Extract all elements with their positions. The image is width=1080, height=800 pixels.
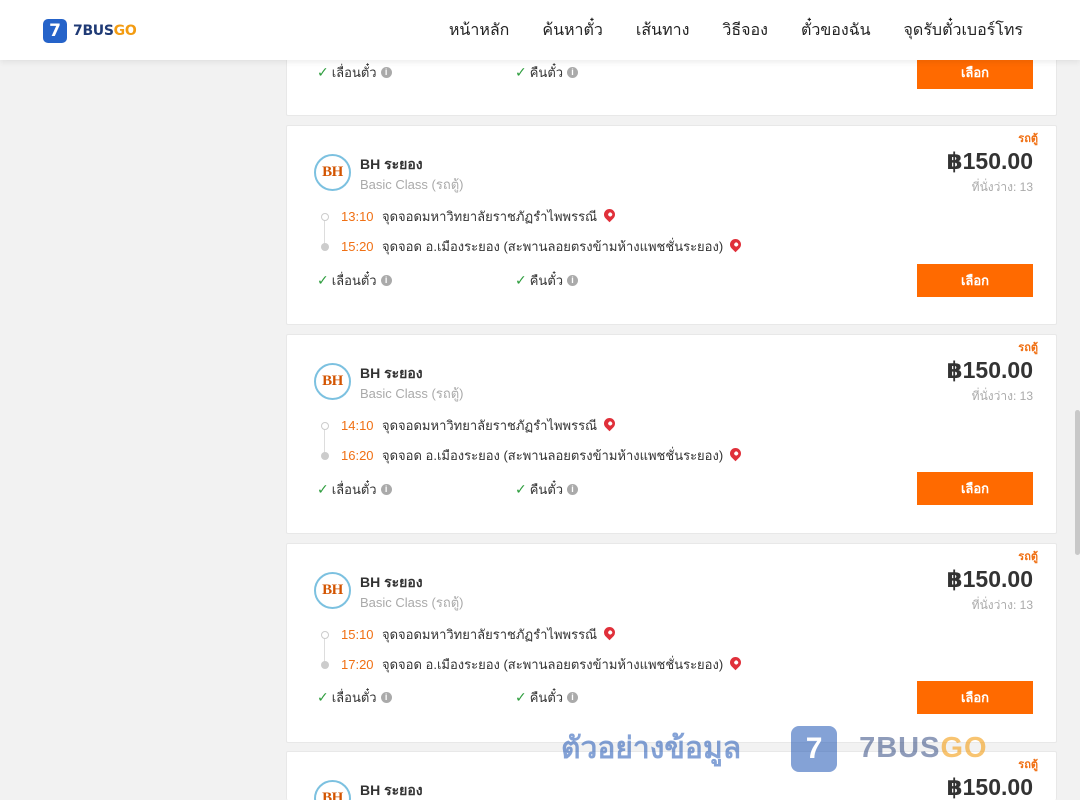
operator-logo: BH [314,572,351,609]
arrival-stop: 16:20 จุดจอด อ.เมืองระยอง (สะพานลอยตรงข้… [321,445,744,466]
vehicle-tag: รถตู้ [1018,759,1038,771]
info-icon[interactable]: i [380,67,392,78]
info-icon[interactable]: i [380,692,392,703]
info-icon[interactable]: i [567,484,579,495]
check-icon: ✓ [317,689,329,705]
price: ฿150.00 [946,148,1033,174]
trip-card-partial: รถตู้ BH BH ระยอง ฿150.00 [286,751,1057,800]
select-button[interactable]: เลือก [917,472,1033,505]
refund-policy: ✓ คืนตั๋ว i [515,270,579,291]
operator-logo: BH [314,780,351,800]
nav-routes[interactable]: เส้นทาง [636,18,690,43]
check-icon: ✓ [317,272,329,288]
trip-card: รถตู้ BH BH ระยอง Basic Class (รถตู้) ฿1… [286,125,1057,325]
info-icon[interactable]: i [567,67,579,78]
nav-ticket-pickup[interactable]: จุดรับตั๋วเบอร์โทร [904,18,1023,43]
refund-policy: ✓ คืนตั๋ว i [515,479,579,500]
seats-available: ที่นั่งว่าง: 13 [971,598,1033,612]
service-class: Basic Class (รถตู้) [360,595,464,610]
nav-my-tickets[interactable]: ตั๋วของฉัน [801,18,871,43]
arrival-stop: 15:20 จุดจอด อ.เมืองระยอง (สะพานลอยตรงข้… [321,236,744,257]
operator-name: BH ระยอง [360,365,423,381]
refund-policy: ✓ คืนตั๋ว i [515,62,579,83]
reschedule-policy: ✓ เลื่อนตั๋ว i [317,270,392,291]
info-icon[interactable]: i [567,692,579,703]
map-pin-icon[interactable] [601,624,618,641]
check-icon: ✓ [515,272,527,288]
departure-stop: 14:10 จุดจอดมหาวิทยาลัยราชภัฏรำไพพรรณี [321,415,618,436]
select-button[interactable]: เลือก [917,681,1033,714]
logo-text: 7BUSGO [73,23,137,39]
price: ฿150.00 [946,774,1033,800]
map-pin-icon[interactable] [601,206,618,223]
check-icon: ✓ [515,689,527,705]
arrival-dot [321,242,329,251]
reschedule-policy: ✓ เลื่อนตั๋ว i [317,62,392,83]
departure-dot [321,421,329,430]
logo-mark: 7 [43,19,67,43]
arrival-stop: 17:20 จุดจอด อ.เมืองระยอง (สะพานลอยตรงข้… [321,654,744,675]
info-icon[interactable]: i [380,275,392,286]
departure-stop: 15:10 จุดจอดมหาวิทยาลัยราชภัฏรำไพพรรณี [321,624,618,645]
arrival-dot [321,451,329,460]
refund-policy: ✓ คืนตั๋ว i [515,687,579,708]
operator-name: BH ระยอง [360,782,423,798]
departure-dot [321,630,329,639]
site-logo[interactable]: 7 7BUSGO [43,19,137,43]
seats-available: ที่นั่งว่าง: 13 [971,180,1033,194]
trip-card: รถตู้ BH BH ระยอง Basic Class (รถตู้) ฿1… [286,543,1057,743]
map-pin-icon[interactable] [727,445,744,462]
check-icon: ✓ [515,481,527,497]
nav-how-to-book[interactable]: วิธีจอง [722,18,768,43]
info-icon[interactable]: i [567,275,579,286]
vehicle-tag: รถตู้ [1018,551,1038,563]
select-button[interactable]: เลือก [917,56,1033,89]
departure-stop: 13:10 จุดจอดมหาวิทยาลัยราชภัฏรำไพพรรณี [321,206,618,227]
departure-dot [321,212,329,221]
operator-name: BH ระยอง [360,156,423,172]
price: ฿150.00 [946,357,1033,383]
map-pin-icon[interactable] [727,236,744,253]
check-icon: ✓ [515,64,527,80]
operator-logo: BH [314,363,351,400]
seats-available: ที่นั่งว่าง: 13 [971,389,1033,403]
vehicle-tag: รถตู้ [1018,133,1038,145]
operator-name: BH ระยอง [360,574,423,590]
select-button[interactable]: เลือก [917,264,1033,297]
reschedule-policy: ✓ เลื่อนตั๋ว i [317,687,392,708]
service-class: Basic Class (รถตู้) [360,386,464,401]
price: ฿150.00 [946,566,1033,592]
vehicle-tag: รถตู้ [1018,342,1038,354]
map-pin-icon[interactable] [601,415,618,432]
check-icon: ✓ [317,64,329,80]
operator-logo: BH [314,154,351,191]
nav-menu: หน้าหลัก ค้นหาตั๋ว เส้นทาง วิธีจอง ตั๋วข… [416,0,1023,60]
trip-card: รถตู้ BH BH ระยอง Basic Class (รถตู้) ฿1… [286,334,1057,534]
info-icon[interactable]: i [380,484,392,495]
reschedule-policy: ✓ เลื่อนตั๋ว i [317,479,392,500]
top-navbar: 7 7BUSGO หน้าหลัก ค้นหาตั๋ว เส้นทาง วิธี… [0,0,1080,60]
page-scrollbar[interactable] [1075,410,1080,555]
nav-home[interactable]: หน้าหลัก [449,18,510,43]
arrival-dot [321,660,329,669]
check-icon: ✓ [317,481,329,497]
service-class: Basic Class (รถตู้) [360,177,464,192]
nav-search-ticket[interactable]: ค้นหาตั๋ว [542,18,603,43]
map-pin-icon[interactable] [727,654,744,671]
